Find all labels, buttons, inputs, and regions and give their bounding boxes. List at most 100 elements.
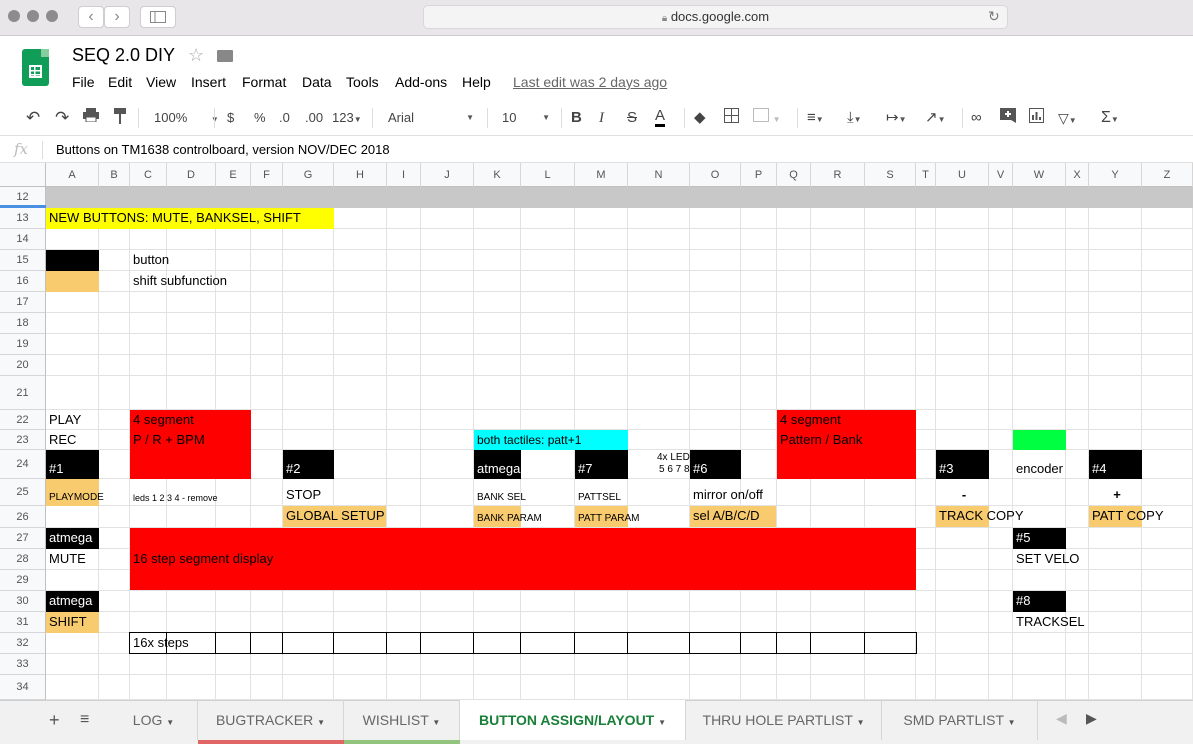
decrease-decimal-button[interactable]: .0 bbox=[279, 108, 290, 128]
sidebar-icon[interactable] bbox=[140, 6, 176, 28]
filter-icon[interactable]: ▽▼ bbox=[1058, 108, 1077, 131]
more-formats-button[interactable]: 123▼ bbox=[332, 108, 362, 130]
cell-a23[interactable]: REC bbox=[46, 430, 76, 450]
cell-n24-line2[interactable]: 5 6 7 8 bbox=[656, 464, 690, 475]
cell-c15[interactable]: button bbox=[130, 250, 169, 270]
column-header-f[interactable]: F bbox=[251, 163, 283, 187]
tab-bugtracker[interactable]: BUGTRACKER ▼ bbox=[198, 700, 344, 740]
row-header-14[interactable]: 14 bbox=[0, 229, 46, 250]
select-all-corner[interactable] bbox=[0, 163, 46, 187]
row-header-13[interactable]: 13 bbox=[0, 208, 46, 229]
column-header-x[interactable]: X bbox=[1066, 163, 1089, 187]
button-1[interactable]: #1 bbox=[46, 450, 99, 479]
column-header-e[interactable]: E bbox=[216, 163, 251, 187]
button-atmega-banksel[interactable]: atmega bbox=[474, 450, 521, 479]
align-icon[interactable]: ≡▼ bbox=[807, 108, 824, 130]
cell-c25[interactable]: leds 1 2 3 4 - remove bbox=[130, 479, 218, 517]
address-bar[interactable]: 🔒︎ docs.google.com bbox=[423, 5, 1008, 29]
column-header-t[interactable]: T bbox=[916, 163, 936, 187]
row-header-23[interactable]: 23 bbox=[0, 430, 46, 450]
font-size-select[interactable]: 10 ▼ bbox=[502, 108, 554, 128]
cell-y26[interactable]: PATT COPY bbox=[1089, 506, 1164, 527]
tab-smd-partlist[interactable]: SMD PARTLIST ▼ bbox=[882, 700, 1038, 740]
cell-o26[interactable]: sel A/B/C/D bbox=[690, 506, 776, 527]
menu-tools[interactable]: Tools bbox=[346, 74, 379, 90]
column-header-g[interactable]: G bbox=[283, 163, 334, 187]
row-header-21[interactable]: 21 bbox=[0, 376, 46, 410]
cell-a28[interactable]: MUTE bbox=[46, 549, 86, 569]
cell-k26[interactable]: BANK PARAM bbox=[474, 506, 542, 527]
formula-input[interactable]: Buttons on TM1638 controlboard, version … bbox=[56, 142, 390, 157]
row-header-29[interactable]: 29 bbox=[0, 570, 46, 591]
row-header-32[interactable]: 32 bbox=[0, 633, 46, 654]
row-header-27[interactable]: 27 bbox=[0, 528, 46, 549]
button-5[interactable]: #5 bbox=[1013, 528, 1066, 549]
menu-view[interactable]: View bbox=[146, 74, 176, 90]
column-header-b[interactable]: B bbox=[99, 163, 130, 187]
row-header-19[interactable]: 19 bbox=[0, 334, 46, 355]
cell-g25[interactable]: STOP bbox=[283, 485, 321, 505]
print-icon[interactable] bbox=[83, 108, 99, 128]
column-header-v[interactable]: V bbox=[989, 163, 1013, 187]
row-header-24[interactable]: 24 bbox=[0, 450, 46, 479]
button-7[interactable]: #7 bbox=[575, 450, 628, 479]
menu-help[interactable]: Help bbox=[462, 74, 491, 90]
column-header-l[interactable]: L bbox=[521, 163, 575, 187]
cell-w31[interactable]: TRACKSEL bbox=[1013, 612, 1085, 632]
text-rotation-icon[interactable]: ↗▼ bbox=[925, 108, 946, 130]
close-window-button[interactable] bbox=[8, 10, 20, 22]
document-title[interactable]: SEQ 2.0 DIY bbox=[72, 45, 175, 66]
button-2[interactable]: #2 bbox=[283, 450, 334, 479]
column-header-y[interactable]: Y bbox=[1089, 163, 1142, 187]
currency-format-button[interactable]: $ bbox=[227, 108, 234, 128]
back-icon[interactable]: ‹ bbox=[78, 6, 104, 28]
minimize-window-button[interactable] bbox=[27, 10, 39, 22]
comment-icon[interactable] bbox=[1000, 108, 1016, 129]
cell-u25[interactable]: - bbox=[936, 485, 989, 505]
row-header-18[interactable]: 18 bbox=[0, 313, 46, 334]
button-8[interactable]: #8 bbox=[1013, 591, 1066, 612]
zoom-window-button[interactable] bbox=[46, 10, 58, 22]
font-select[interactable]: Arial ▼ bbox=[388, 108, 478, 128]
sheets-logo-icon[interactable] bbox=[22, 49, 49, 86]
bold-icon[interactable]: B bbox=[571, 108, 582, 128]
row-header-15[interactable]: 15 bbox=[0, 250, 46, 271]
merge-cells-icon[interactable]: ▼ bbox=[753, 108, 781, 130]
row-header-22[interactable]: 22 bbox=[0, 410, 46, 430]
column-header-c[interactable]: C bbox=[130, 163, 167, 187]
menu-addons[interactable]: Add-ons bbox=[395, 74, 447, 90]
cell-a31[interactable]: SHIFT bbox=[46, 612, 99, 633]
cell-o25[interactable]: mirror on/off bbox=[690, 485, 763, 505]
cell-w28[interactable]: SET VELO bbox=[1013, 549, 1079, 569]
tab-wishlist[interactable]: WISHLIST ▼ bbox=[344, 700, 460, 740]
menu-file[interactable]: File bbox=[72, 74, 95, 90]
cell-g26[interactable]: GLOBAL SETUP bbox=[283, 506, 386, 527]
borders-icon[interactable] bbox=[724, 108, 739, 129]
column-header-k[interactable]: K bbox=[474, 163, 521, 187]
cell-a27[interactable]: atmega bbox=[46, 528, 99, 549]
functions-icon[interactable]: Σ▼ bbox=[1101, 108, 1119, 130]
row-header-26[interactable]: 26 bbox=[0, 506, 46, 528]
row-header-16[interactable]: 16 bbox=[0, 271, 46, 292]
encoder-green-swatch[interactable] bbox=[1013, 430, 1066, 450]
button-3[interactable]: #3 bbox=[936, 450, 989, 479]
menu-insert[interactable]: Insert bbox=[191, 74, 226, 90]
row-header-20[interactable]: 20 bbox=[0, 355, 46, 376]
cell-a13[interactable]: NEW BUTTONS: MUTE, BANKSEL, SHIFT bbox=[46, 208, 334, 229]
cell-a22[interactable]: PLAY bbox=[46, 410, 81, 430]
all-sheets-icon[interactable]: ≡ bbox=[80, 711, 89, 729]
percent-format-button[interactable]: % bbox=[254, 108, 266, 128]
menu-edit[interactable]: Edit bbox=[108, 74, 132, 90]
tab-button-assign-layout[interactable]: BUTTON ASSIGN/LAYOUT ▼ bbox=[460, 700, 686, 740]
column-header-n[interactable]: N bbox=[628, 163, 690, 187]
cell-y25[interactable]: + bbox=[1089, 485, 1142, 505]
chart-icon[interactable] bbox=[1029, 108, 1044, 129]
vertical-align-icon[interactable]: ⤓▼ bbox=[847, 108, 862, 130]
row-header-28[interactable]: 28 bbox=[0, 549, 46, 570]
folder-icon[interactable] bbox=[217, 50, 233, 62]
cell-c16[interactable]: shift subfunction bbox=[130, 271, 227, 291]
column-header-u[interactable]: U bbox=[936, 163, 989, 187]
column-header-w[interactable]: W bbox=[1013, 163, 1066, 187]
tab-thru-hole-partlist[interactable]: THRU HOLE PARTLIST ▼ bbox=[686, 700, 882, 740]
reload-icon[interactable]: ↻ bbox=[988, 8, 1000, 25]
